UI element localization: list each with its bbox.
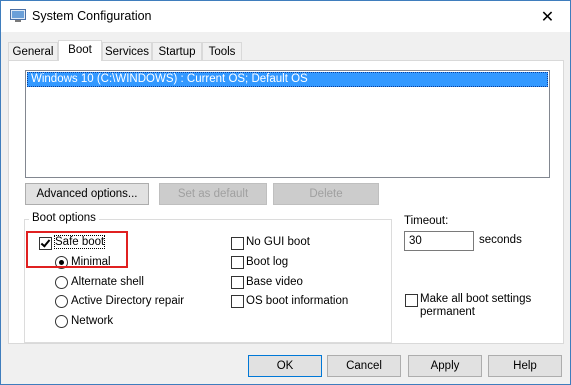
cancel-button[interactable]: Cancel [327,355,401,377]
ok-label: OK [276,360,294,372]
boot-options-title: Boot options [29,212,99,224]
tab-services[interactable]: Services [102,42,152,60]
delete-label: Delete [309,188,343,200]
os-list[interactable]: Windows 10 (C:\WINDOWS) : Current OS; De… [25,70,550,178]
no-gui-boot-label[interactable]: No GUI boot [246,236,310,248]
make-permanent-checkbox[interactable] [405,294,418,307]
base-video-label[interactable]: Base video [246,276,303,288]
tab-startup[interactable]: Startup [152,42,202,60]
window-title: System Configuration [32,9,152,23]
ok-button[interactable]: OK [248,355,322,377]
network-radio[interactable] [55,315,68,328]
help-button[interactable]: Help [488,355,562,377]
close-button[interactable]: ✕ [525,1,570,32]
network-label[interactable]: Network [71,315,113,327]
tab-boot[interactable]: Boot [58,40,102,61]
advanced-options-label: Advanced options... [36,188,138,200]
system-configuration-window: System Configuration ✕ General Boot Serv… [0,0,571,385]
active-directory-repair-label[interactable]: Active Directory repair [71,295,184,307]
safe-boot-highlight [26,231,128,268]
tab-tools[interactable]: Tools [202,42,242,60]
set-as-default-label: Set as default [177,188,249,200]
cancel-label: Cancel [346,360,382,372]
boot-log-checkbox[interactable] [231,256,244,269]
make-permanent-label-line2[interactable]: permanent [420,306,475,318]
tab-general[interactable]: General [8,42,58,60]
set-as-default-button[interactable]: Set as default [159,183,267,205]
help-label: Help [513,360,537,372]
no-gui-boot-checkbox[interactable] [231,237,244,250]
alternate-shell-label[interactable]: Alternate shell [71,276,144,288]
os-boot-information-checkbox[interactable] [231,295,244,308]
delete-button[interactable]: Delete [273,183,379,205]
boot-log-label[interactable]: Boot log [246,256,288,268]
alternate-shell-radio[interactable] [55,276,68,289]
base-video-checkbox[interactable] [231,276,244,289]
title-bar[interactable]: System Configuration ✕ [1,1,570,32]
advanced-options-button[interactable]: Advanced options... [25,183,149,205]
apply-label: Apply [430,360,460,372]
os-boot-information-label[interactable]: OS boot information [246,295,348,307]
boot-tab-panel: Windows 10 (C:\WINDOWS) : Current OS; De… [8,60,564,344]
msconfig-icon [10,9,26,22]
apply-button[interactable]: Apply [408,355,482,377]
close-icon: ✕ [540,7,555,26]
make-permanent-label-line1[interactable]: Make all boot settings [420,293,531,305]
timeout-label: Timeout: [404,215,449,227]
active-directory-repair-radio[interactable] [55,295,68,308]
timeout-input[interactable]: 30 [404,231,474,251]
os-list-item[interactable]: Windows 10 (C:\WINDOWS) : Current OS; De… [27,72,548,87]
timeout-unit: seconds [479,234,522,246]
